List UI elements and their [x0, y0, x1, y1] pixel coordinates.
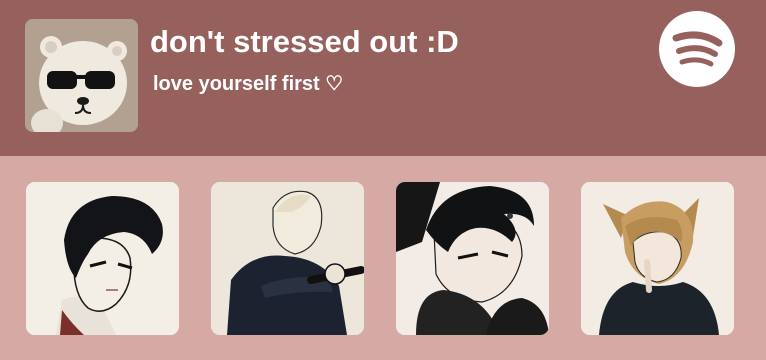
playlist-header: don't stressed out :D love yourself firs… — [0, 0, 766, 156]
spotify-logo-bars — [672, 31, 723, 67]
artwork-tile-4[interactable] — [581, 182, 734, 335]
artwork-grid — [0, 156, 766, 360]
spotify-icon[interactable] — [659, 11, 735, 87]
playlist-subtitle: love yourself first ♡ — [153, 73, 344, 95]
artwork-tile-3[interactable] — [396, 182, 549, 335]
fox-eared-character-art — [581, 182, 734, 335]
artwork-tile-2[interactable] — [211, 182, 364, 335]
playlist-title: don't stressed out :D — [150, 24, 459, 59]
playlist-cover-image[interactable] — [25, 19, 138, 132]
blond-character-art — [211, 182, 364, 335]
bear-sunglasses-illustration — [25, 19, 138, 132]
artwork-tile-1[interactable] — [26, 182, 179, 335]
dark-haired-character-art — [26, 182, 179, 335]
hoodie-character-art — [396, 182, 549, 335]
